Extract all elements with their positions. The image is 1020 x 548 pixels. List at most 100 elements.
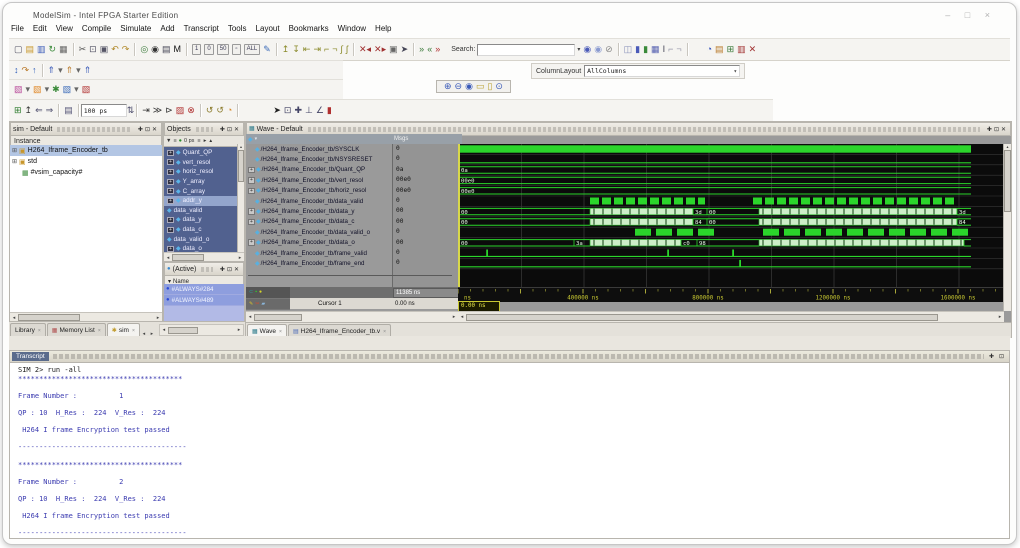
waveform-canvas[interactable]: 0a 00e0 00e0 00 3d 00 3d 00 84 00 84 00 3a c0 98 bbox=[458, 144, 1005, 287]
wave-name-row[interactable]: + ◆/H264_Iframe_Encoder_tb/data_o bbox=[246, 238, 392, 248]
scroll-left-icon[interactable]: ◂ bbox=[164, 255, 172, 261]
wave-prev-icon[interactable]: ⇤ bbox=[303, 45, 311, 54]
stop-icon[interactable]: ⊗ bbox=[187, 106, 195, 115]
expand-box-icon[interactable]: + bbox=[167, 197, 174, 204]
wave-name-row[interactable]: ◆/H264_Iframe_Encoder_tb/data_valid_o bbox=[246, 227, 392, 237]
zoom-cursor-icon[interactable]: ▯ bbox=[487, 82, 492, 91]
edit-mode-icon[interactable]: ⊥ bbox=[305, 106, 313, 115]
objects-bottom-scrollbar[interactable]: ◂ ▸ bbox=[158, 324, 244, 336]
search-up-icon[interactable]: ◉ bbox=[594, 45, 602, 54]
stoplight-icon[interactable]: ▮ bbox=[327, 106, 332, 115]
drag-handle[interactable] bbox=[195, 126, 213, 132]
tab-close-icon[interactable]: × bbox=[38, 328, 41, 334]
drag-handle[interactable] bbox=[201, 266, 213, 272]
signal-row[interactable]: + ◆ addr_y bbox=[164, 195, 238, 206]
undock-icon[interactable]: ⊡ bbox=[227, 267, 232, 273]
expand-box-icon[interactable]: + bbox=[248, 187, 255, 194]
copy-icon[interactable]: ⊡ bbox=[89, 45, 97, 54]
scroll-right-icon[interactable]: ▸ bbox=[450, 314, 458, 320]
drag-handle[interactable] bbox=[52, 354, 984, 359]
scroll-thumb[interactable] bbox=[254, 313, 302, 321]
scroll-thumb[interactable] bbox=[466, 313, 938, 321]
search-down-icon[interactable]: ◉ bbox=[583, 45, 591, 54]
signal-row[interactable]: + ◆ Y_array bbox=[164, 177, 238, 187]
process-row[interactable]: ● #ALWAYS#284 bbox=[164, 284, 244, 295]
expand-box-icon[interactable]: + bbox=[167, 149, 174, 156]
fall-corner-icon[interactable]: ¬ bbox=[676, 45, 681, 54]
scroll-right-icon[interactable]: ▸ bbox=[154, 315, 162, 321]
wave-fall-icon[interactable]: ¬ bbox=[332, 45, 337, 54]
tab-close-icon[interactable]: × bbox=[383, 329, 386, 335]
scroll-left-icon[interactable]: ◂ bbox=[160, 327, 168, 333]
prev-transition-icon[interactable]: ✕◂ bbox=[359, 45, 371, 54]
pencil-icon[interactable]: ✎ bbox=[249, 301, 253, 307]
pointer-icon[interactable]: ➤ bbox=[401, 45, 409, 54]
upper-i-icon[interactable]: I bbox=[663, 45, 666, 54]
column-layout-caret-icon[interactable]: ▾ bbox=[734, 68, 738, 75]
transcript-buttons[interactable]: ✚ ⊡ bbox=[988, 353, 1005, 360]
tree-expander-icon[interactable]: ⊞ bbox=[12, 147, 17, 154]
search-clear-icon[interactable]: ⊘ bbox=[605, 45, 613, 54]
forward-icon[interactable]: ⇒ bbox=[46, 106, 54, 115]
force-x-button[interactable]: ▫ bbox=[232, 44, 241, 55]
expand-box-icon[interactable]: + bbox=[167, 188, 174, 195]
grid2-icon[interactable]: ⊞ bbox=[727, 45, 735, 54]
rise-corner-icon[interactable]: ⌐ bbox=[668, 45, 673, 54]
wave-panel-buttons[interactable]: ✚ ⊡ ✕ bbox=[985, 126, 1008, 133]
sim-tab-memory-list[interactable]: ▦ Memory List × bbox=[46, 323, 106, 337]
undock-icon[interactable]: ⊡ bbox=[145, 127, 150, 133]
dock-plus-icon[interactable]: ✚ bbox=[138, 127, 143, 133]
expand-box-icon[interactable]: + bbox=[248, 208, 255, 215]
expand-box-icon[interactable]: + bbox=[167, 245, 174, 252]
add-wave2-icon[interactable]: ⇑ bbox=[66, 65, 74, 75]
objects-panel-header[interactable]: Objects ✚ ⊡ ✕ bbox=[164, 122, 244, 136]
signal-row[interactable]: + ◆ C_array bbox=[164, 186, 238, 196]
instance-row[interactable]: ⊞ ▣ H264_Iframe_Encoder_tb bbox=[10, 145, 162, 156]
process-row[interactable]: ● #ALWAYS#489 bbox=[164, 295, 244, 306]
snapshot-icon[interactable]: ▣ bbox=[389, 45, 398, 54]
marker-icon[interactable]: ▰ bbox=[261, 301, 265, 307]
cursor-row[interactable]: Cursor 1 0.00 ns bbox=[290, 298, 458, 309]
zoom-out-icon[interactable]: ⊖ bbox=[455, 82, 463, 91]
layout3-icon[interactable]: ▧ bbox=[82, 85, 91, 94]
reload-icon[interactable]: ↻ bbox=[49, 45, 57, 54]
undock-icon[interactable]: ⊡ bbox=[994, 127, 999, 133]
force-1-button[interactable]: 1 bbox=[192, 44, 202, 55]
dock-plus-icon[interactable]: ✚ bbox=[989, 353, 994, 360]
caret-down2-icon[interactable]: ▾ bbox=[76, 65, 81, 75]
menu-add[interactable]: Add bbox=[160, 24, 174, 33]
add-wave-icon[interactable]: ⇑ bbox=[48, 65, 56, 75]
expand-box-icon[interactable]: + bbox=[248, 239, 255, 246]
c-icon[interactable]: ⊂ bbox=[249, 289, 253, 295]
objects-vscrollbar[interactable]: ▴ bbox=[237, 144, 244, 253]
menu-edit[interactable]: Edit bbox=[33, 24, 47, 33]
hierarchy-icon[interactable]: ⊞ bbox=[14, 106, 22, 115]
find-icon[interactable]: ◉ bbox=[151, 45, 159, 54]
scroll-left-icon[interactable]: ◂ bbox=[246, 314, 254, 320]
menu-layout[interactable]: Layout bbox=[256, 24, 280, 33]
menu-help[interactable]: Help bbox=[375, 24, 391, 33]
scroll-right-icon[interactable]: ▸ bbox=[235, 327, 243, 333]
wave-name-row[interactable]: + ◆/H264_Iframe_Encoder_tb/data_y bbox=[246, 206, 392, 216]
wave-vscrollbar[interactable]: ▴ bbox=[1003, 144, 1011, 311]
processes-panel-header[interactable]: ● (Active) ✚ ⊡ ✕ bbox=[164, 262, 244, 276]
paste-icon[interactable]: ▣ bbox=[100, 45, 109, 54]
force-all-button[interactable]: ALL bbox=[243, 44, 261, 55]
restart2-icon[interactable]: ↺ bbox=[216, 106, 224, 115]
gear-icon[interactable]: ✱ bbox=[52, 85, 60, 94]
back-icon[interactable]: ⇐ bbox=[35, 106, 43, 115]
dot-icon[interactable]: ● bbox=[259, 289, 262, 295]
menu-tools[interactable]: Tools bbox=[228, 24, 247, 33]
column-layout-select[interactable]: AllColumns ▾ bbox=[584, 65, 741, 77]
timer-icon[interactable]: ◔ bbox=[227, 106, 232, 115]
close-x-icon[interactable]: ✕ bbox=[749, 45, 757, 54]
layout-icon[interactable]: ▥ bbox=[737, 45, 746, 54]
compile-icon[interactable]: ◎ bbox=[140, 45, 148, 54]
wave-name-row[interactable]: + ◆/H264_Iframe_Encoder_tb/vert_resol bbox=[246, 175, 392, 185]
sort-icon[interactable]: ↕ bbox=[14, 65, 19, 75]
scroll-left-icon[interactable]: ◂ bbox=[10, 315, 18, 321]
caret4-icon[interactable]: ▾ bbox=[45, 85, 50, 94]
wave-rise-icon[interactable]: ⌐ bbox=[324, 45, 329, 54]
zoom-sel-icon[interactable]: ⊙ bbox=[495, 82, 503, 91]
signal-row[interactable]: + ◆ data_y bbox=[164, 215, 238, 225]
